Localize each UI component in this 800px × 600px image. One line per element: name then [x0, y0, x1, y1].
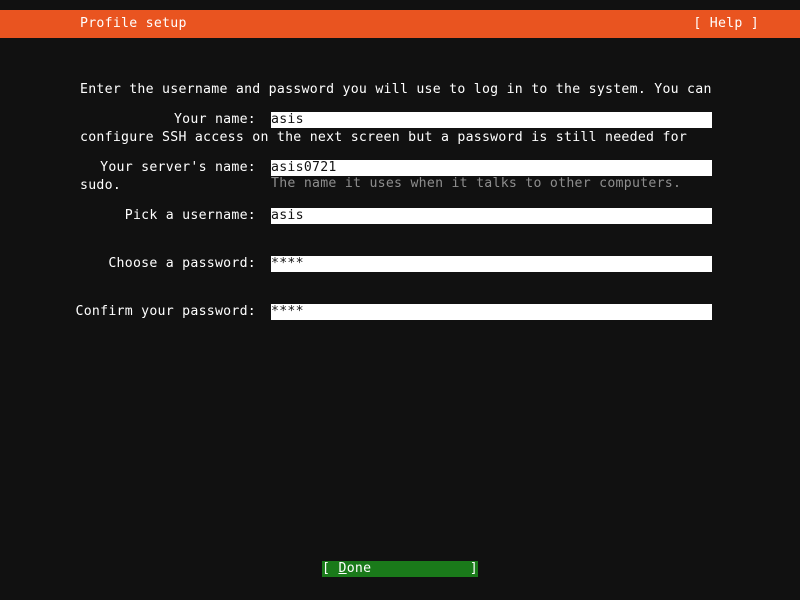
input-your-name[interactable]: asis	[271, 112, 712, 128]
input-password[interactable]: ****	[271, 256, 712, 272]
field-row-password: Choose a password: ****	[0, 256, 800, 272]
field-row-your-name: Your name: asis	[0, 112, 800, 128]
hint-server-name: The name it uses when it talks to other …	[271, 176, 731, 192]
installer-screen: Profile setup [ Help ] Enter the usernam…	[0, 0, 800, 600]
label-your-name: Your name:	[0, 112, 256, 128]
field-row-username: Pick a username: asis	[0, 208, 800, 224]
field-row-confirm-password: Confirm your password: ****	[0, 304, 800, 320]
description-line-2: configure SSH access on the next screen …	[80, 130, 712, 146]
label-password: Choose a password:	[0, 256, 256, 272]
field-row-server-name: Your server's name: asis0721 The name it…	[0, 160, 800, 176]
done-cursor-char: D	[338, 561, 346, 576]
footer-actions: [ Done ]	[0, 561, 800, 577]
label-confirm-password: Confirm your password:	[0, 304, 256, 320]
input-confirm-password[interactable]: ****	[271, 304, 712, 320]
description-text: Enter the username and password you will…	[80, 50, 712, 226]
input-username[interactable]: asis	[271, 208, 712, 224]
label-username: Pick a username:	[0, 208, 256, 224]
done-bracket-open: [	[322, 561, 338, 576]
done-button[interactable]: [ Done ]	[322, 561, 478, 577]
label-server-name: Your server's name:	[0, 160, 256, 176]
input-server-name[interactable]: asis0721	[271, 160, 712, 176]
done-label-rest: one ]	[347, 561, 478, 576]
help-button[interactable]: [ Help ]	[693, 16, 759, 32]
description-line-1: Enter the username and password you will…	[80, 82, 712, 98]
page-title: Profile setup	[80, 16, 187, 32]
header-bar: Profile setup [ Help ]	[0, 10, 800, 38]
